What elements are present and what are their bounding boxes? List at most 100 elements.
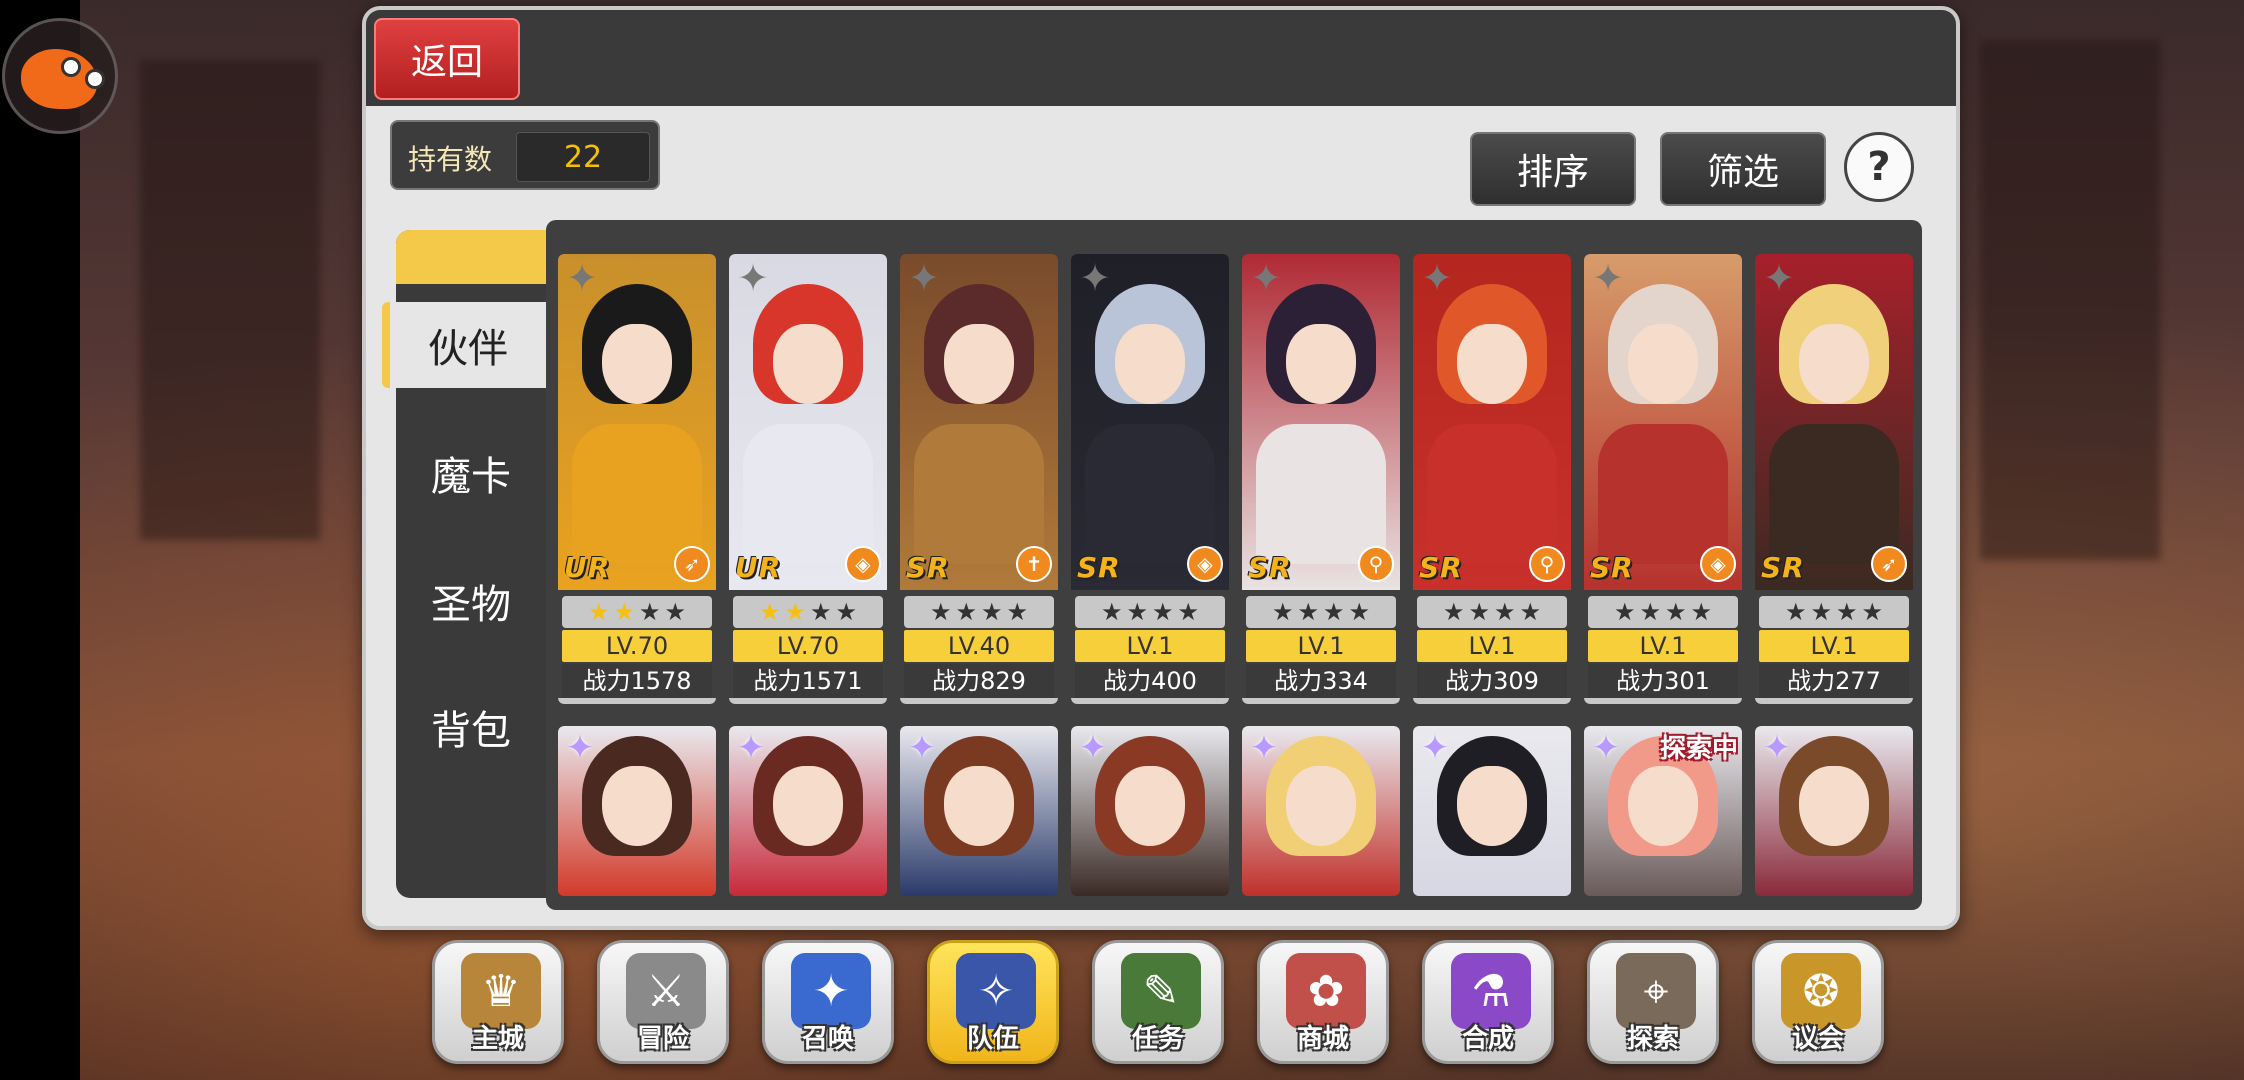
- power-label: 战力309: [1417, 664, 1567, 698]
- power-label: 战力301: [1588, 664, 1738, 698]
- rarity-label: SR: [1077, 551, 1121, 584]
- star-icon: ★: [664, 598, 687, 626]
- character-card[interactable]: ✦ SR ◈ ★ ★ ★ ★ LV.1 战力301: [1584, 254, 1742, 704]
- character-grid: ✦ UR ➶ ★ ★ ★ ★ LV.70 战力1578 ✦ UR ◈ ★ ★ ★ ★ LV.70 战力1571 ✦ S…: [546, 220, 1922, 910]
- character-card[interactable]: ✦ SR ⚲ ★ ★ ★ ★ LV.1 战力334: [1242, 254, 1400, 704]
- character-card[interactable]: ✦ 探索中: [1584, 726, 1742, 896]
- star-icon: ★: [1690, 598, 1713, 626]
- character-portrait: ✦ SR ⚲: [1242, 254, 1400, 590]
- card-footer: [558, 698, 716, 704]
- portrait-outfit: [1256, 424, 1386, 564]
- character-card[interactable]: ✦ SR ⚲ ★ ★ ★ ★ LV.1 战力309: [1413, 254, 1571, 704]
- nav-explore-compass[interactable]: ⌖ 探索: [1587, 940, 1719, 1064]
- wand-icon: ⚲: [1529, 546, 1565, 582]
- star-icon: ★: [1613, 598, 1636, 626]
- crystal-badge-icon: ✦: [907, 728, 937, 768]
- character-portrait: ✦ SR ⚲: [1413, 254, 1571, 590]
- level-label: LV.40: [904, 630, 1054, 662]
- portrait-face: [773, 766, 843, 846]
- nav-quest-book[interactable]: ✎ 任务: [1092, 940, 1224, 1064]
- filter-button[interactable]: 筛选: [1660, 132, 1826, 206]
- power-label: 战力1578: [562, 664, 712, 698]
- star-icon: ★: [1126, 598, 1148, 626]
- owned-count-box: 持有数 22: [390, 120, 660, 190]
- character-card[interactable]: ✦: [900, 726, 1058, 896]
- character-portrait: ✦: [1755, 726, 1913, 896]
- portrait-face: [773, 324, 843, 404]
- tab-relics[interactable]: 圣物: [396, 558, 546, 644]
- element-badge-icon: ✦: [1421, 256, 1453, 300]
- back-button[interactable]: 返回: [374, 18, 520, 100]
- portrait-face: [944, 766, 1014, 846]
- element-badge-icon: ✦: [566, 256, 598, 300]
- nav-shop-tree[interactable]: ✿ 商城: [1257, 940, 1389, 1064]
- floating-assistant-button[interactable]: [2, 18, 118, 134]
- star-rating: ★ ★ ★ ★: [562, 596, 712, 628]
- bottom-navigation: ♛ 主城 ⚔ 冒险 ✦ 召唤 ✧ 队伍 ✎ 任务 ✿ 商城 ⚗ 合成 ⌖ 探索 ❂ 议会: [432, 936, 1892, 1072]
- star-icon: ★: [1152, 598, 1174, 626]
- character-portrait: ✦: [558, 726, 716, 896]
- portrait-face: [1457, 766, 1527, 846]
- crystal-badge-icon: ✦: [1078, 728, 1108, 768]
- sort-button[interactable]: 排序: [1470, 132, 1636, 206]
- owned-count-label: 持有数: [408, 143, 493, 176]
- star-icon: ★: [758, 598, 781, 626]
- character-card[interactable]: ✦: [729, 726, 887, 896]
- power-label: 战力1571: [733, 664, 883, 698]
- character-card[interactable]: ✦: [1071, 726, 1229, 896]
- star-icon: ★: [1639, 598, 1661, 626]
- portrait-outfit: [1427, 424, 1557, 564]
- help-button[interactable]: ?: [1844, 132, 1914, 202]
- card-footer: [1755, 698, 1913, 704]
- star-icon: ★: [1271, 598, 1294, 626]
- crystal-badge-icon: ✦: [1591, 728, 1621, 768]
- star-rating: ★ ★ ★ ★: [733, 596, 883, 628]
- character-card[interactable]: ✦: [1413, 726, 1571, 896]
- shield-icon: ◈: [1700, 546, 1736, 582]
- nav-label: 商城: [1296, 1024, 1349, 1054]
- character-card[interactable]: ✦ UR ◈ ★ ★ ★ ★ LV.70 战力1571: [729, 254, 887, 704]
- character-card[interactable]: ✦ UR ➶ ★ ★ ★ ★ LV.70 战力1578: [558, 254, 716, 704]
- character-card[interactable]: ✦ SR ◈ ★ ★ ★ ★ LV.1 战力400: [1071, 254, 1229, 704]
- tab-backpack[interactable]: 背包: [396, 684, 546, 770]
- portrait-face: [1286, 766, 1356, 846]
- team-panel: 返回 持有数 22 排序 筛选 ? 伙伴 魔卡 圣物 背包 ✦ UR ➶ ★ ★ ★ ★ LV…: [362, 6, 1960, 930]
- nav-label: 合成: [1461, 1024, 1514, 1054]
- shield-icon: ◈: [1187, 546, 1223, 582]
- character-portrait: ✦: [1242, 726, 1400, 896]
- nav-summon-card[interactable]: ✦ 召唤: [762, 940, 894, 1064]
- portrait-face: [602, 324, 672, 404]
- tab-magic-cards[interactable]: 魔卡: [396, 430, 546, 516]
- character-portrait: ✦ UR ◈: [729, 254, 887, 590]
- character-portrait: ✦ SR ✝: [900, 254, 1058, 590]
- star-icon: ★: [955, 598, 977, 626]
- star-icon: ★: [1665, 598, 1687, 626]
- crystal-badge-icon: ✦: [1762, 728, 1792, 768]
- character-card[interactable]: ✦: [1242, 726, 1400, 896]
- portrait-outfit: [572, 424, 702, 564]
- star-rating: ★ ★ ★ ★: [1246, 596, 1396, 628]
- portrait-face: [944, 324, 1014, 404]
- character-card[interactable]: ✦ SR ✝ ★ ★ ★ ★ LV.40 战力829: [900, 254, 1058, 704]
- character-card[interactable]: ✦: [558, 726, 716, 896]
- star-icon: ★: [1836, 598, 1858, 626]
- nav-team-wings[interactable]: ✧ 队伍: [927, 940, 1059, 1064]
- crystal-badge-icon: ✦: [1249, 728, 1279, 768]
- character-card[interactable]: ✦: [1755, 726, 1913, 896]
- card-footer: [1584, 698, 1742, 704]
- rarity-label: UR: [735, 551, 782, 584]
- nav-crown[interactable]: ♛ 主城: [432, 940, 564, 1064]
- rarity-label: SR: [1419, 551, 1463, 584]
- character-card[interactable]: ✦ SR ➶ ★ ★ ★ ★ LV.1 战力277: [1755, 254, 1913, 704]
- tab-partners[interactable]: 伙伴: [382, 302, 546, 388]
- nav-council-crest[interactable]: ❂ 议会: [1752, 940, 1884, 1064]
- nav-crossed-swords[interactable]: ⚔ 冒险: [597, 940, 729, 1064]
- star-icon: ★: [1784, 598, 1807, 626]
- star-icon: ★: [613, 598, 635, 626]
- level-label: LV.70: [733, 630, 883, 662]
- rarity-label: UR: [564, 551, 611, 584]
- level-label: LV.1: [1417, 630, 1567, 662]
- nav-synthesis-flask[interactable]: ⚗ 合成: [1422, 940, 1554, 1064]
- character-portrait: ✦: [729, 726, 887, 896]
- star-rating: ★ ★ ★ ★: [1075, 596, 1225, 628]
